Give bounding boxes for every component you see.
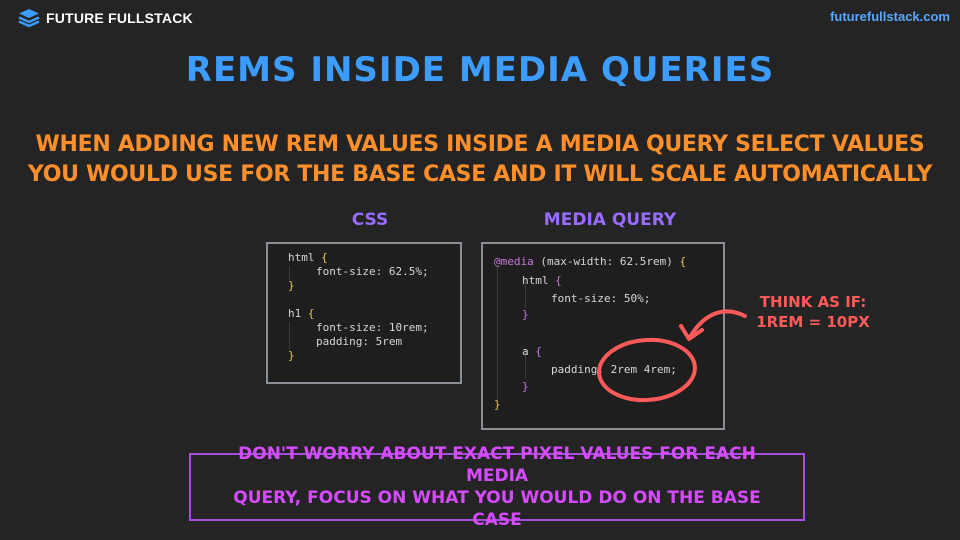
bottom-note: DON'T WORRY ABOUT EXACT PIXEL VALUES FOR… — [191, 443, 803, 531]
bottom-note-box: DON'T WORRY ABOUT EXACT PIXEL VALUES FOR… — [189, 444, 805, 530]
highlight-circle — [597, 337, 697, 403]
annotation-line-2: 1rem = 10px — [756, 313, 870, 331]
annotation-note: THINK AS IF: 1rem = 10px — [748, 292, 878, 332]
annotation-line-1: THINK AS IF: — [759, 293, 867, 311]
bottom-note-line-2: QUERY, FOCUS ON WHAT YOU WOULD DO ON THE… — [233, 488, 761, 530]
bottom-note-line-1: DON'T WORRY ABOUT EXACT PIXEL VALUES FOR… — [238, 444, 756, 486]
